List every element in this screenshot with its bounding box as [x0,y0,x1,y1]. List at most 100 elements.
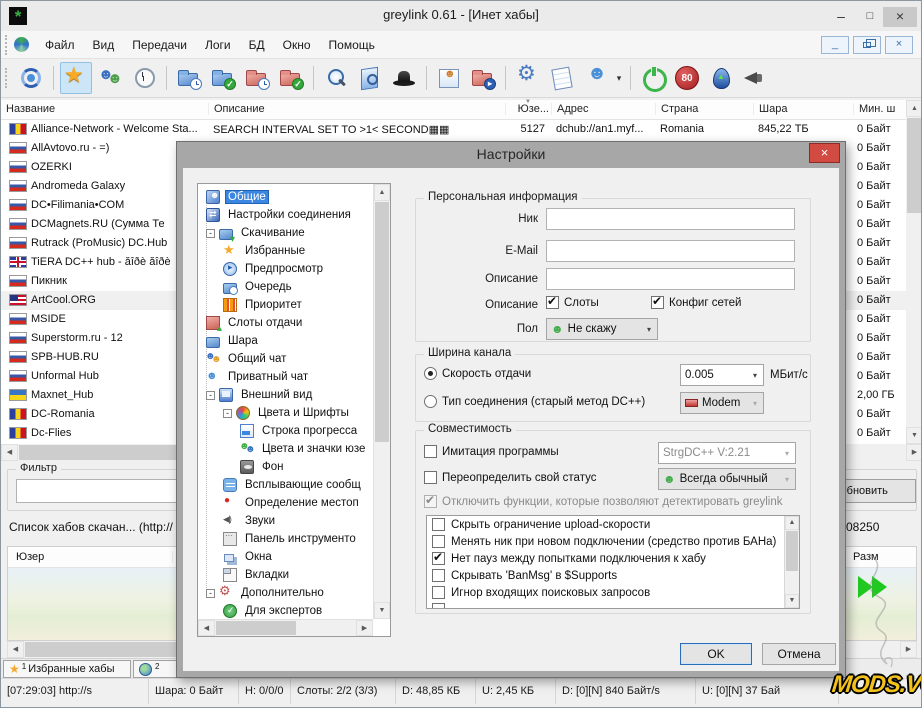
tree-item-Окна[interactable]: Окна [200,548,372,566]
checkbox-checked-icon[interactable] [651,296,664,309]
tab-public-hubs[interactable]: 2 [133,660,177,678]
column-header-0[interactable]: Название [1,103,206,115]
checkbox-checked-icon[interactable] [424,495,437,508]
checkbox-icon[interactable] [432,603,445,609]
toolbar-grip[interactable] [5,68,8,88]
compat-option[interactable]: Игнор входящих поисковых запросов [427,584,799,601]
emulate-client-checkbox[interactable]: Имитация программы [424,445,559,458]
column-header-5[interactable]: Шара [753,103,851,115]
list-vscrollbar[interactable]: ▲ ▼ [784,516,799,608]
toolbar-button-connect[interactable] [15,62,47,94]
away-dropdown-icon[interactable]: ▾ [613,73,625,84]
compat-option[interactable]: Скрывать 'BanMsg' в $Supports [427,567,799,584]
checkbox-icon[interactable] [424,445,437,458]
menu-item-Помощь[interactable]: Помощь [320,38,384,52]
tree-item-Дополнительно[interactable]: -Дополнительно [200,584,372,602]
column-header-6[interactable]: Мин. ш [853,103,905,115]
compat-option[interactable]: Менять ник при новом подключении (средст… [427,533,799,550]
checkbox-checked-icon[interactable] [432,552,445,565]
gender-dropdown[interactable]: ☻ Не скажу ▾ [546,318,658,340]
tab-favorite-hubs[interactable]: ★ 1 Избранные хабы [3,660,131,678]
vscroll-thumb[interactable] [375,202,389,442]
menu-item-Передачи[interactable]: Передачи [123,38,196,52]
toolbar-button-favorite-users[interactable] [94,62,126,94]
checkbox-icon[interactable] [432,518,445,531]
scroll-right-icon[interactable]: ▶ [906,444,922,461]
toolbar-button-shutdown[interactable] [637,62,669,94]
radio-icon[interactable] [424,395,437,408]
menu-item-Окно[interactable]: Окно [274,38,320,52]
menu-item-БД[interactable]: БД [240,38,274,52]
upload-speed-radio[interactable]: Скорость отдачи [424,367,531,380]
scroll-down-icon[interactable]: ▼ [906,427,922,444]
collapse-icon[interactable]: - [206,589,215,598]
tree-item-Определение местоп[interactable]: Определение местоп [200,494,372,512]
collapse-icon[interactable]: - [206,391,215,400]
nick-field[interactable] [546,208,795,230]
toolbar-button-finished-uploads[interactable] [275,62,307,94]
minimize-button[interactable]: – [827,7,855,27]
scroll-right-icon[interactable]: ▶ [356,620,373,636]
toolbar-button-search-spy[interactable] [388,62,420,94]
config-networks-checkbox[interactable]: Конфиг сетей [651,296,741,309]
connection-type-dropdown[interactable]: Modem ▾ [680,392,764,414]
tree-item-Цвета и Шрифты[interactable]: -Цвета и Шрифты [200,404,372,422]
checkbox-icon[interactable] [432,535,445,548]
connection-type-radio[interactable]: Тип соединения (старый метод DC++) [424,395,645,408]
compat-option[interactable]: Нет пауз между попытками подключения к х… [427,550,799,567]
tree-item-Всплывающие сообщ[interactable]: Всплывающие сообщ [200,476,372,494]
menu-grip[interactable] [5,35,8,55]
radio-selected-icon[interactable] [424,367,437,380]
checkbox-icon[interactable] [424,471,437,484]
toolbar-button-notepad[interactable] [433,62,465,94]
dialog-close-button[interactable]: × [809,143,840,163]
scroll-up-icon[interactable]: ▲ [785,516,799,530]
toolbar-button-update[interactable] [705,62,737,94]
menu-item-Вид[interactable]: Вид [84,38,124,52]
tree-item-Внешний вид[interactable]: -Внешний вид [200,386,372,404]
upload-speed-dropdown[interactable]: 0.005 ▾ [680,364,764,386]
toolbar-button-recent-hubs[interactable] [128,62,160,94]
scroll-left-icon[interactable]: ◀ [7,641,24,658]
tree-item-Звуки[interactable]: Звуки [200,512,372,530]
toolbar-button-finished-downloads[interactable] [207,62,239,94]
toolbar-button-download-queue[interactable] [173,62,205,94]
checkbox-checked-icon[interactable] [546,296,559,309]
vscroll-thumb[interactable] [786,531,798,571]
ok-button[interactable]: OK [680,643,752,665]
hub-row[interactable]: Alliance-Network - Welcome Sta...SEARCH … [1,120,906,139]
tree-item-Слоты отдачи[interactable]: Слоты отдачи [200,314,372,332]
stealth-mode-checkbox[interactable]: Отключить функции, которые позволяют дет… [424,495,782,508]
mdi-restore-button[interactable] [853,36,881,54]
tree-item-Приватный чат[interactable]: Приватный чат [200,368,372,386]
tree-item-Фон[interactable]: Фон [200,458,372,476]
tree-item-Приоритет[interactable]: Приоритет [200,296,372,314]
toolbar-button-notes[interactable] [546,62,578,94]
tree-item-Настройки соединения[interactable]: Настройки соединения [200,206,372,224]
tree-item-Для экспертов[interactable]: Для экспертов [200,602,372,618]
override-status-checkbox[interactable]: Переопределить свой статус [424,471,596,484]
tree-hscrollbar[interactable]: ◀ ▶ [198,619,373,636]
column-header-4[interactable]: Страна [655,103,751,115]
override-status-dropdown[interactable]: ☻ Всегда обычный ▾ [658,468,796,490]
vscroll-thumb[interactable] [907,118,922,213]
menu-item-Файл[interactable]: Файл [36,38,84,52]
scroll-down-icon[interactable]: ▼ [785,594,799,608]
toolbar-button-away[interactable] [580,62,612,94]
maximize-button[interactable]: □ [857,7,883,27]
tree-item-Предпросмотр[interactable]: Предпросмотр [200,260,372,278]
tree-item-Строка прогресса[interactable]: Строка прогресса [200,422,372,440]
menu-item-Логи[interactable]: Логи [196,38,240,52]
tree-vscrollbar[interactable]: ▲ ▼ [373,184,390,619]
scroll-up-icon[interactable]: ▲ [906,100,922,117]
column-header-1[interactable]: Описание [208,103,503,115]
tree-item-Избранные[interactable]: Избранные [200,242,372,260]
scroll-down-icon[interactable]: ▼ [374,602,390,619]
tree-item-Скачивание[interactable]: -Скачивание [200,224,372,242]
mdi-minimize-button[interactable]: _ [821,36,849,54]
collapse-icon[interactable]: - [223,409,232,418]
tree-item-Общий чат[interactable]: Общий чат [200,350,372,368]
scroll-up-icon[interactable]: ▲ [374,184,390,201]
user-column[interactable]: Юзер [16,551,166,563]
hub-vscrollbar[interactable]: ▲ ▼ [906,100,922,444]
